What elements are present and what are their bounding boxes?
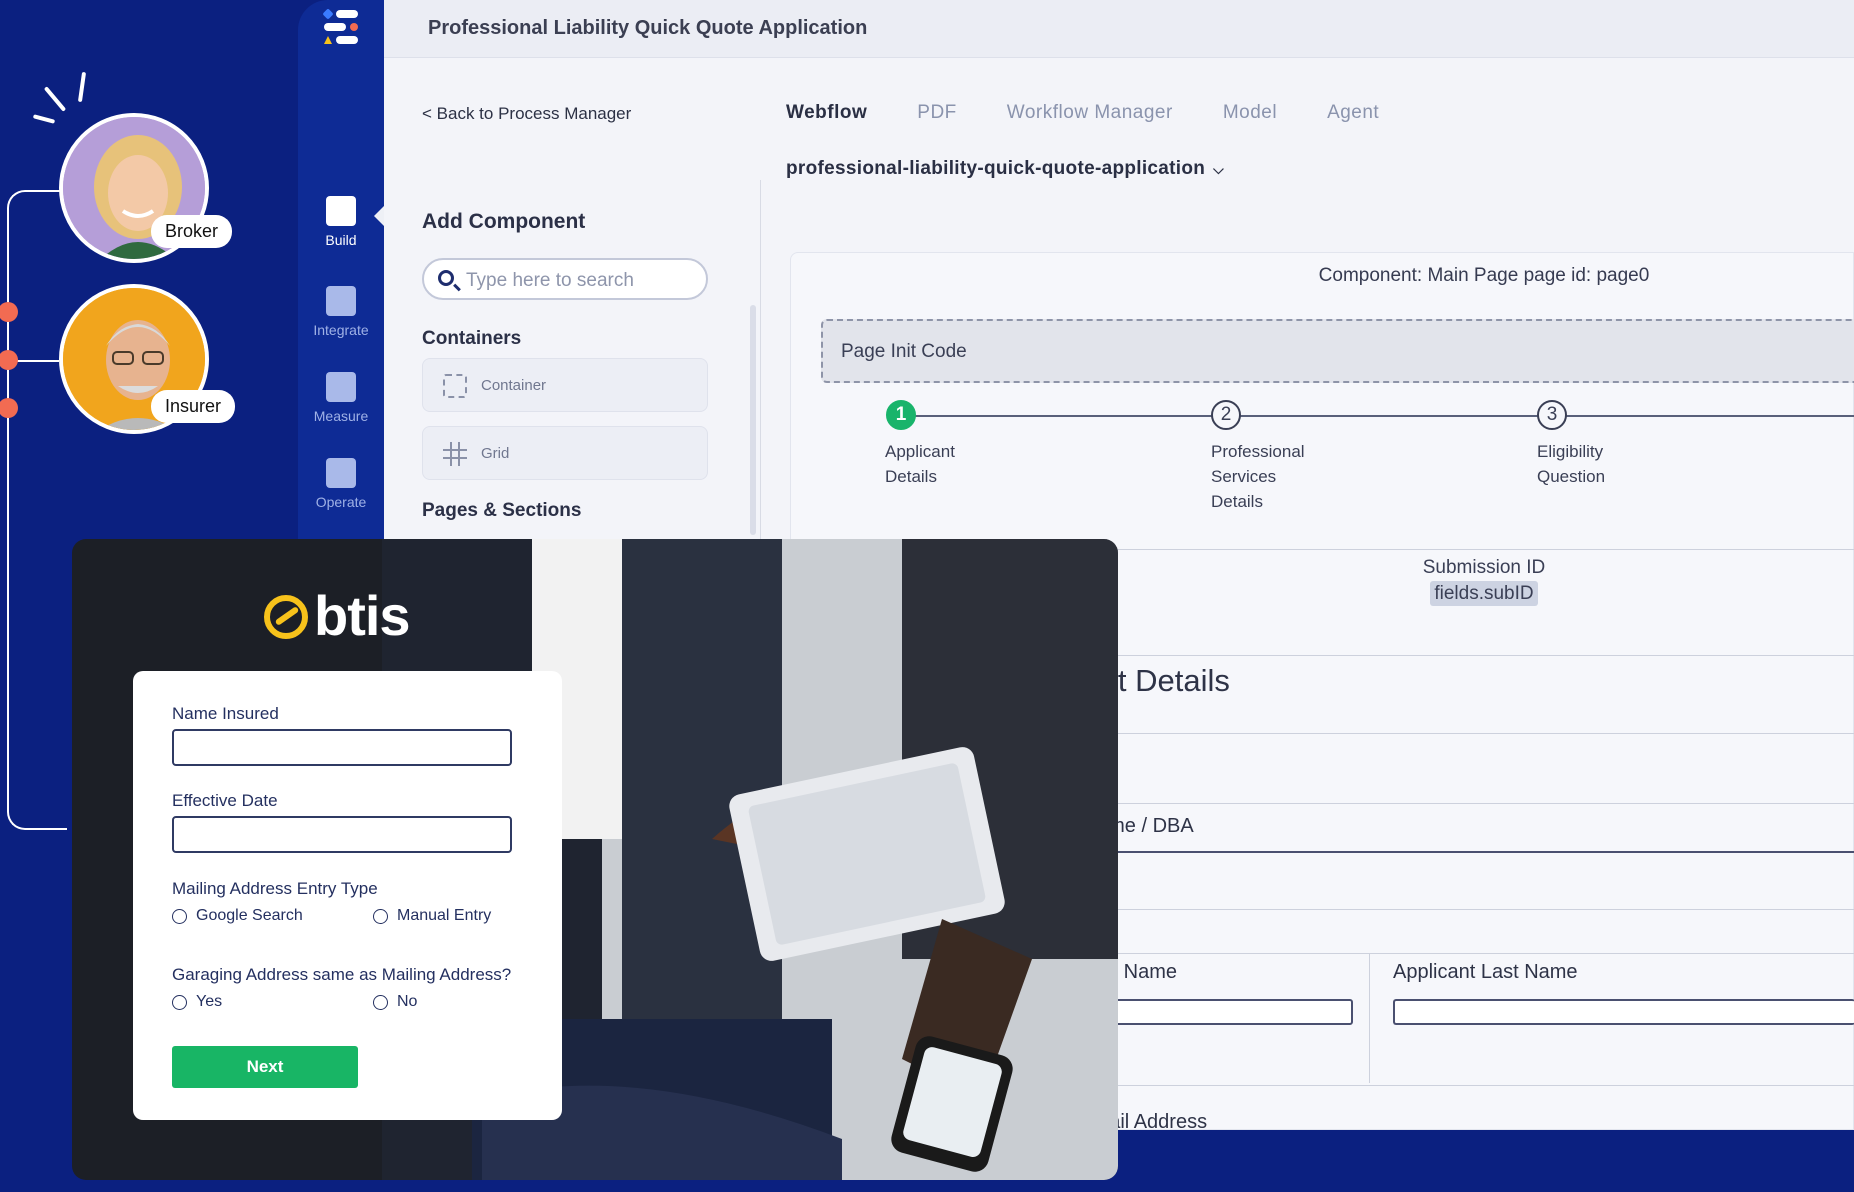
radio-label: Google Search — [196, 907, 303, 924]
mailing-type-label: Mailing Address Entry Type — [172, 879, 378, 898]
radio-google-search[interactable]: Google Search — [172, 907, 303, 925]
btis-logo-icon — [264, 595, 308, 639]
stepper-line — [901, 415, 1854, 417]
radio-circle-icon — [373, 994, 388, 1010]
radio-circle-icon — [172, 994, 187, 1010]
sparkle-line — [32, 114, 56, 124]
top-bar: Professional Liability Quick Quote Appli… — [384, 0, 1854, 58]
pages-sections-heading: Pages & Sections — [422, 500, 582, 521]
last-name-label: Applicant Last Name — [1393, 961, 1578, 983]
connector-line — [7, 190, 67, 830]
column-divider — [1369, 953, 1370, 1083]
rail-build[interactable]: Build — [298, 196, 384, 248]
rail-operate-label: Operate — [315, 494, 367, 510]
step-3-label: Eligibility Question — [1537, 442, 1606, 486]
tab-pdf[interactable]: PDF — [917, 102, 957, 124]
quote-form: Name Insured Effective Date Mailing Addr… — [133, 671, 562, 1120]
component-label: Container — [481, 377, 547, 394]
tab-webflow[interactable]: Webflow — [786, 102, 867, 124]
radio-yes[interactable]: Yes — [172, 993, 222, 1011]
icon-rail: Build Integrate Measure Operate — [298, 0, 384, 540]
name-insured-input[interactable] — [172, 729, 512, 766]
page-init-code[interactable]: Page Init Code — [821, 319, 1854, 383]
tab-agent[interactable]: Agent — [1327, 102, 1379, 124]
back-to-process-manager-link[interactable]: < Back to Process Manager — [422, 104, 631, 124]
sparkle-line — [43, 86, 67, 112]
next-button[interactable]: Next — [172, 1046, 358, 1088]
radio-no[interactable]: No — [373, 993, 417, 1011]
add-component-heading: Add Component — [422, 210, 586, 233]
step-2-circle[interactable]: 2 — [1211, 400, 1241, 430]
containers-heading: Containers — [422, 328, 522, 349]
tab-workflow-manager[interactable]: Workflow Manager — [1007, 102, 1173, 124]
radio-label: Manual Entry — [397, 907, 492, 924]
radio-circle-icon — [373, 908, 388, 924]
rail-measure-label: Measure — [313, 408, 369, 424]
rail-integrate[interactable]: Integrate — [298, 286, 384, 338]
radio-label: Yes — [196, 993, 223, 1010]
rail-integrate-label: Integrate — [313, 322, 369, 338]
rail-operate[interactable]: Operate — [298, 458, 384, 510]
page-init-code-label: Page Init Code — [841, 341, 967, 362]
step-1-label: Applicant Details — [885, 442, 955, 486]
effective-date-input[interactable] — [172, 816, 512, 853]
active-indicator — [374, 206, 384, 226]
name-insured-label: Name Insured — [172, 704, 279, 723]
radio-circle-icon — [172, 908, 187, 924]
app-title: Professional Liability Quick Quote Appli… — [428, 17, 868, 39]
component-label: Component: Main Page page id: page0 — [1318, 265, 1650, 286]
last-name-input[interactable] — [1393, 999, 1854, 1025]
radio-manual-entry[interactable]: Manual Entry — [373, 907, 491, 925]
component-container[interactable]: Container — [422, 358, 708, 412]
app-logo-icon — [323, 9, 358, 44]
component-search-input[interactable]: Type here to search — [422, 258, 708, 300]
form-selector-value: professional-liability-quick-quote-appli… — [786, 158, 1206, 179]
radio-label: No — [397, 993, 418, 1010]
tab-model[interactable]: Model — [1223, 102, 1277, 124]
panel-divider — [760, 180, 761, 540]
step-2-label: Professional Services Details — [1211, 442, 1305, 511]
search-placeholder: Type here to search — [466, 270, 634, 291]
garaging-address-label: Garaging Address same as Mailing Address… — [172, 965, 512, 984]
step-3-circle[interactable]: 3 — [1537, 400, 1567, 430]
chevron-down-icon: ⌵ — [1213, 161, 1225, 177]
rail-measure[interactable]: Measure — [298, 372, 384, 424]
step-1-circle[interactable]: 1 — [886, 400, 916, 430]
effective-date-label: Effective Date — [172, 791, 278, 810]
bar-chart-icon — [326, 372, 356, 402]
search-icon — [438, 270, 454, 286]
users-icon — [326, 286, 356, 316]
sidebar-scrollbar[interactable] — [750, 305, 756, 535]
broker-tag: Broker — [151, 215, 233, 248]
btis-form-card: btis Name Insured Effective Date Mailing… — [72, 539, 1118, 1180]
btis-wordmark: btis — [314, 584, 411, 647]
component-label: Grid — [481, 445, 510, 462]
grid-icon — [326, 458, 356, 488]
sparkle-line — [77, 71, 87, 103]
insurer-tag: Insurer — [151, 390, 236, 423]
rail-build-label: Build — [325, 232, 357, 248]
monitor-icon — [326, 196, 356, 226]
component-grid[interactable]: Grid — [422, 426, 708, 480]
mode-tabs: Webflow PDF Workflow Manager Model Agent — [786, 102, 1379, 124]
form-selector[interactable]: professional-liability-quick-quote-appli… — [786, 158, 1224, 180]
grid-icon — [443, 442, 467, 466]
container-icon — [443, 374, 467, 398]
